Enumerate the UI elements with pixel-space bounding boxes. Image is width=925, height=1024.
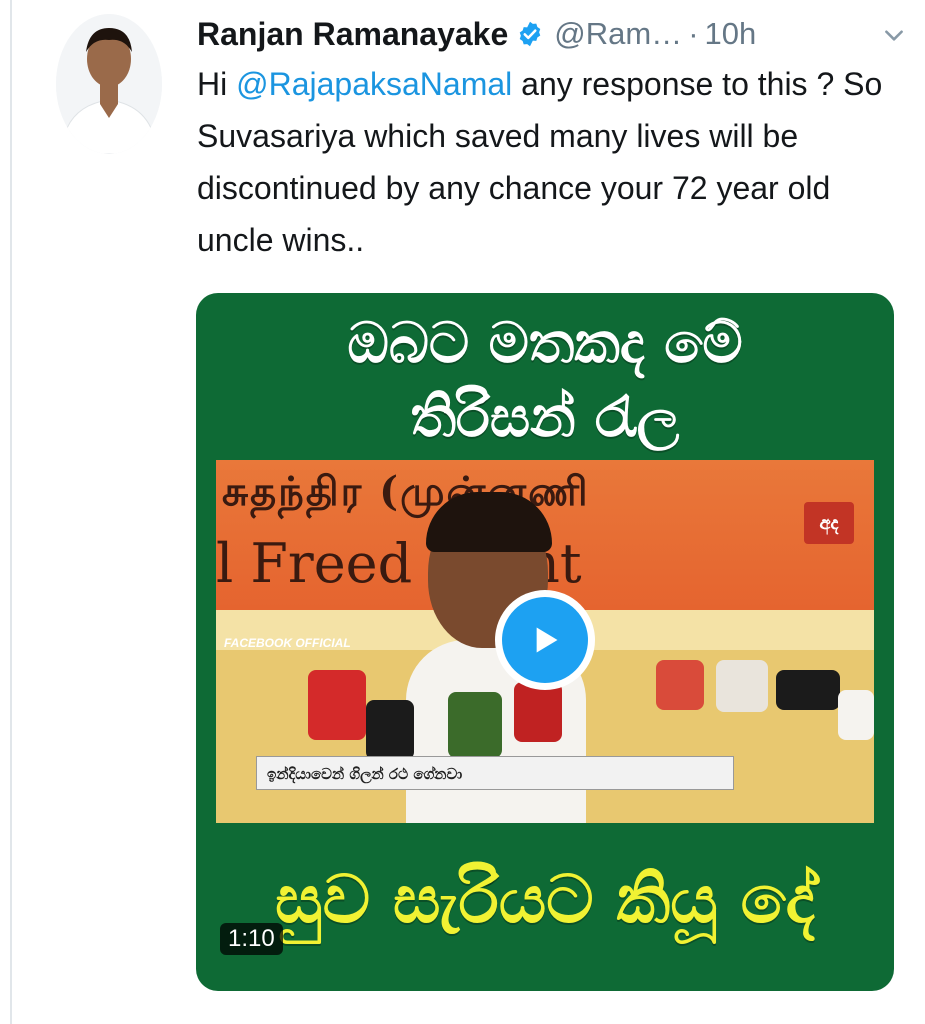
chevron-down-icon[interactable] (881, 22, 907, 48)
verified-badge-icon (516, 20, 544, 48)
video-duration: 1:10 (220, 923, 283, 955)
mention-link[interactable]: @RajapaksaNamal (236, 66, 512, 102)
video-title-line-2: තිරිසන් රැල (410, 385, 680, 450)
microphone (716, 660, 768, 712)
play-icon (502, 597, 588, 683)
channel-logo: අද (804, 502, 854, 544)
play-button[interactable] (495, 590, 595, 690)
tweet-text-prefix: Hi (197, 66, 237, 102)
microphone (776, 670, 840, 710)
avatar[interactable] (56, 14, 162, 154)
microphone (838, 690, 874, 740)
tweet-header: Ranjan Ramanayake @Ram… · 10h (197, 12, 907, 56)
microphone (514, 682, 562, 742)
tweet-text: Hi @RajapaksaNamal any response to this … (197, 58, 897, 266)
video-player[interactable]: ඔබට මතකද මේ තිරිසන් රැල சுதந்திர (முன்னண… (196, 293, 894, 991)
video-bottom-text: සුව සැරියට කියූ දේ (275, 861, 815, 938)
facebook-label: FACEBOOK OFFICIAL (224, 636, 351, 650)
microphone (448, 692, 502, 758)
timestamp[interactable]: 10h (705, 16, 757, 52)
video-title-line-1: ඔබට මතකද මේ (347, 311, 743, 376)
author-handle[interactable]: @Ram… (554, 16, 682, 52)
timeline-divider (10, 0, 12, 1024)
author-name[interactable]: Ranjan Ramanayake (197, 16, 508, 53)
separator-dot: · (688, 16, 699, 51)
video-caption: ඉන්දියාවෙන් ගිලන් රථ ගේනවා (256, 756, 734, 790)
microphone (366, 700, 414, 760)
microphone (656, 660, 704, 710)
microphone (308, 670, 366, 740)
